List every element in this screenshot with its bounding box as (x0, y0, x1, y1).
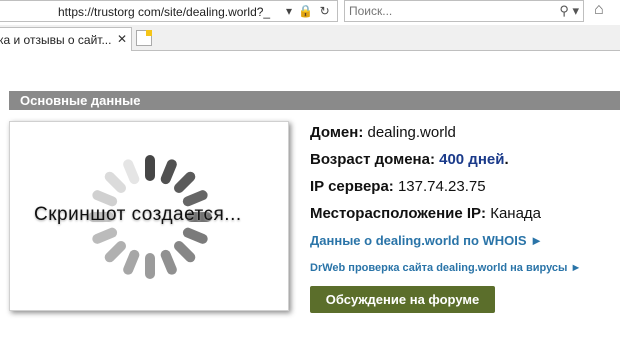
spinner-spoke (159, 157, 179, 186)
age-value: 400 дней (439, 151, 505, 168)
spinner-spoke (145, 253, 155, 279)
spinner-spoke (171, 169, 198, 196)
spinner-spoke (121, 157, 141, 186)
tab-strip: ка и отзывы о сайт... ✕ (0, 25, 620, 51)
section-header: Основные данные (9, 91, 620, 110)
spinner-spoke (181, 226, 210, 246)
age-suffix: . (504, 151, 509, 168)
location-row: Месторасположение IP: Канада (310, 205, 541, 232)
forum-discussion-button[interactable]: Обсуждение на форуме (310, 286, 495, 313)
ip-value: 137.74.23.75 (397, 178, 486, 195)
ip-row: IP сервера: 137.74.23.75 (310, 178, 541, 205)
tab-active[interactable]: ка и отзывы о сайт... ✕ (0, 27, 132, 51)
drweb-link[interactable]: DrWeb проверка сайта dealing.world на ви… (310, 262, 581, 274)
search-input[interactable] (349, 4, 529, 18)
home-icon[interactable]: ⌂ (594, 1, 604, 19)
age-label: Возраст домена: (310, 151, 435, 168)
close-icon[interactable]: ✕ (117, 32, 127, 46)
screenshot-caption: Скриншот создается... (34, 204, 242, 225)
search-dropdown-icon[interactable]: ▾ (572, 3, 579, 18)
ip-label: IP сервера: (310, 178, 394, 195)
search-box[interactable]: ⚲ ▾ (344, 0, 584, 22)
spinner-spoke (102, 238, 129, 265)
whois-link[interactable]: Данные о dealing.world по WHOIS ► (310, 233, 543, 248)
domain-value: dealing.world (367, 124, 456, 141)
tab-title: ка и отзывы о сайт... (0, 33, 112, 47)
location-label: Месторасположение IP: (310, 205, 487, 222)
spinner-spoke (171, 238, 198, 265)
dropdown-icon[interactable]: ▾ (286, 4, 292, 18)
spinner-spoke (159, 248, 179, 277)
domain-label: Домен: (310, 124, 364, 141)
spinner-spoke (121, 248, 141, 277)
search-icon[interactable]: ⚲ (559, 3, 569, 18)
domain-row: Домен: dealing.world (310, 124, 541, 151)
screenshot-placeholder: Скриншот создается... (9, 121, 289, 311)
location-value: Канада (490, 205, 542, 222)
lock-icon[interactable]: 🔒 (298, 4, 313, 18)
spinner-spoke (145, 155, 155, 181)
age-row: Возраст домена: 400 дней. (310, 151, 541, 178)
domain-info: Домен: dealing.world Возраст домена: 400… (310, 124, 541, 232)
url-text[interactable]: https://trustorg com/site/dealing.world?… (58, 5, 270, 19)
spinner-spoke (90, 226, 119, 246)
refresh-icon[interactable]: ↻ (320, 4, 330, 18)
new-tab-icon[interactable] (136, 30, 152, 46)
address-bar[interactable]: https://trustorg com/site/dealing.world?… (0, 0, 338, 22)
spinner-spoke (102, 169, 129, 196)
